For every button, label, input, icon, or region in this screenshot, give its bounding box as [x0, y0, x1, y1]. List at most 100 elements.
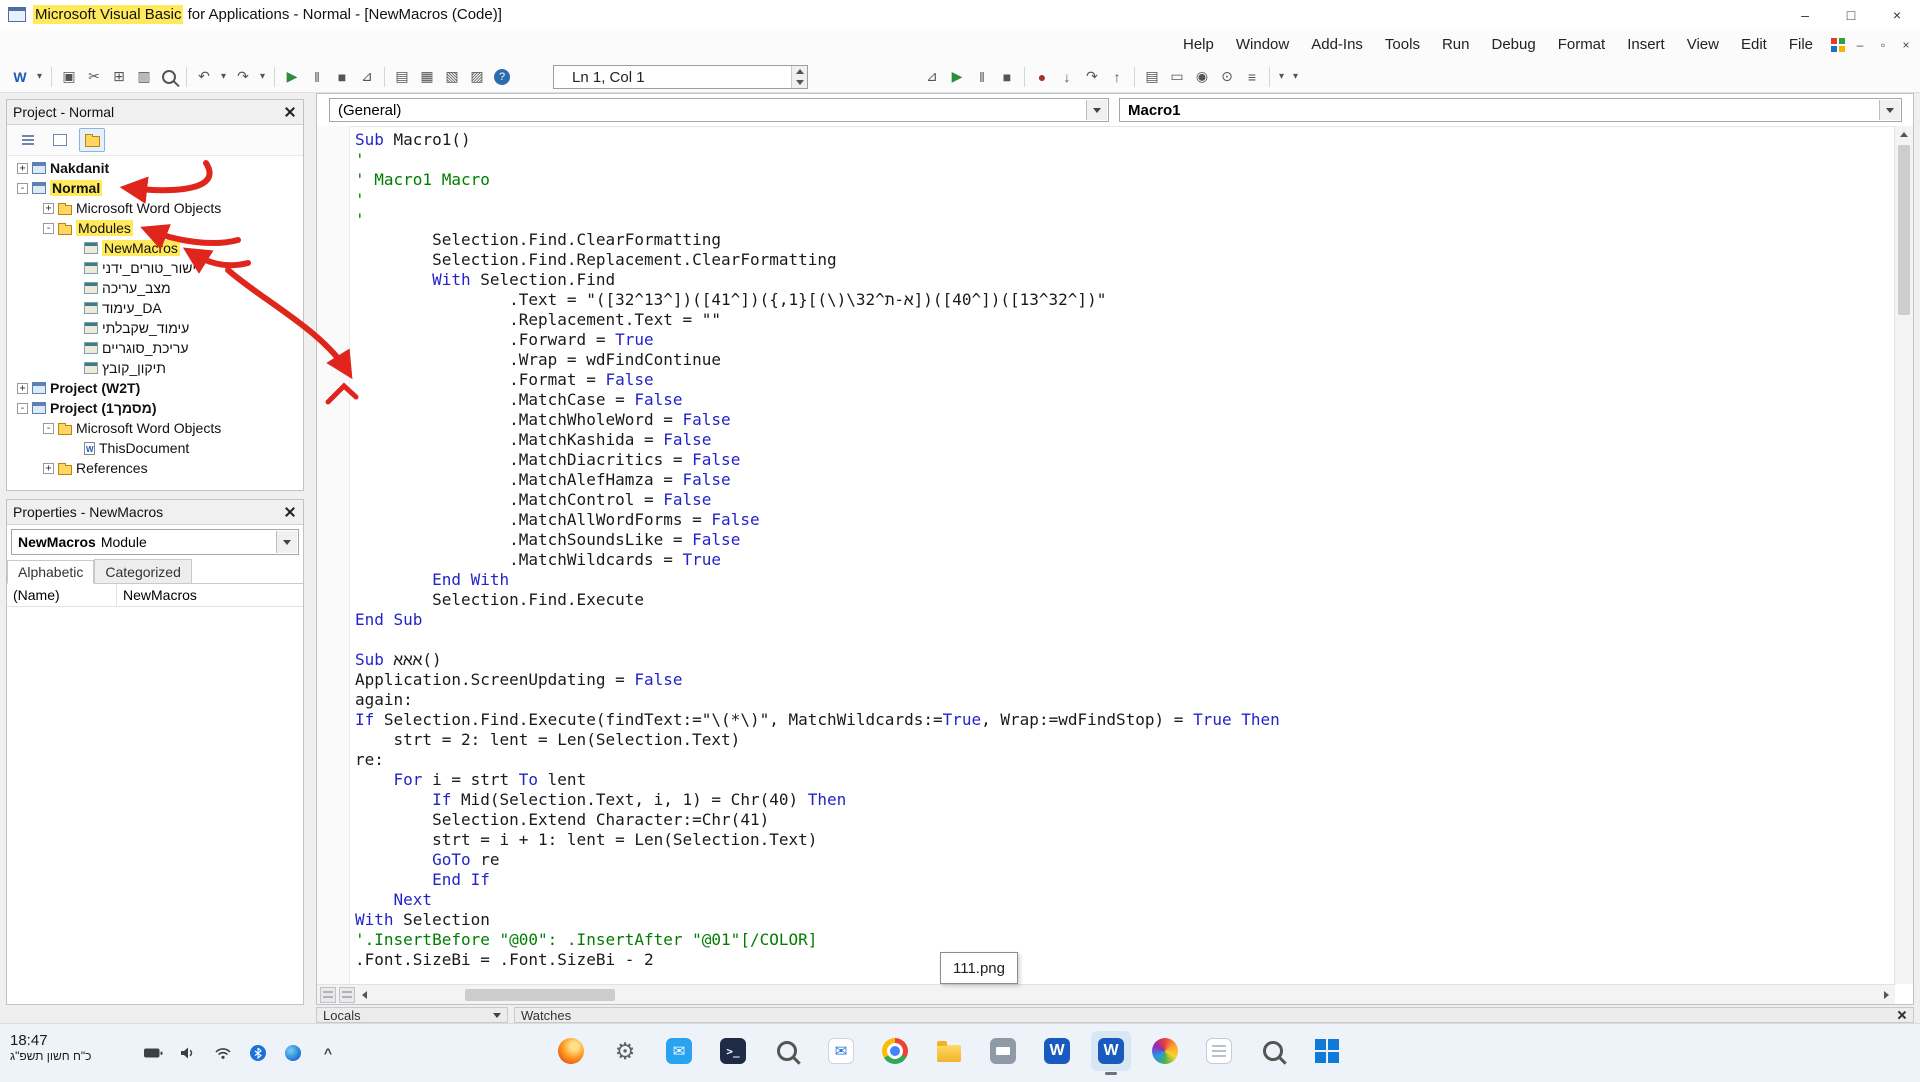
- toolbar-options-dropdown[interactable]: ▾: [1275, 65, 1288, 89]
- tree-item[interactable]: מצב_עריכה: [7, 278, 303, 298]
- minimize-button[interactable]: –: [1782, 0, 1828, 29]
- file-explorer-icon[interactable]: [929, 1031, 969, 1071]
- property-value[interactable]: NewMacros: [117, 587, 197, 603]
- toolbar-options-dropdown[interactable]: ▾: [1289, 65, 1302, 89]
- mdi-restore-button[interactable]: ▫: [1875, 36, 1891, 54]
- tree-item[interactable]: -Microsoft Word Objects: [7, 418, 303, 438]
- toggle-folders-button[interactable]: [79, 128, 105, 152]
- scroll-up-button[interactable]: [1900, 126, 1908, 142]
- project-panel-titlebar[interactable]: Project - Normal: [7, 100, 303, 125]
- margin-split-button[interactable]: [339, 987, 355, 1003]
- tree-item[interactable]: -Project (מסמך1): [7, 398, 303, 418]
- tree-item[interactable]: עימוד_DA: [7, 298, 303, 318]
- tree-item[interactable]: עימוד_שקבלתי: [7, 318, 303, 338]
- expand-minus-icon[interactable]: -: [17, 403, 28, 414]
- view-object-button[interactable]: [47, 128, 73, 152]
- insert-object-dropdown[interactable]: ▾: [33, 65, 46, 89]
- tab-alphabetic[interactable]: Alphabetic: [7, 560, 94, 584]
- copy-icon[interactable]: ⊞: [107, 65, 131, 89]
- toolbox-icon[interactable]: ▨: [465, 65, 489, 89]
- scroll-right-button[interactable]: [1877, 991, 1895, 999]
- tree-item[interactable]: +Nakdanit: [7, 158, 303, 178]
- quick-watch-icon[interactable]: ⊙: [1215, 65, 1239, 89]
- expand-plus-icon[interactable]: +: [43, 463, 54, 474]
- tree-item[interactable]: NewMacros: [7, 238, 303, 258]
- margin-split-button[interactable]: [320, 987, 336, 1003]
- undo-icon[interactable]: ↶: [192, 65, 216, 89]
- tree-item[interactable]: +Project (W2T): [7, 378, 303, 398]
- scroll-left-button[interactable]: [355, 991, 373, 999]
- mdi-minimize-button[interactable]: –: [1852, 36, 1868, 54]
- menu-help[interactable]: Help: [1172, 29, 1225, 61]
- outlook-icon[interactable]: ✉: [821, 1031, 861, 1071]
- menu-view[interactable]: View: [1676, 29, 1730, 61]
- tree-item[interactable]: ThisDocument: [7, 438, 303, 458]
- printer-icon[interactable]: [983, 1031, 1023, 1071]
- breakpoint-margin[interactable]: [317, 126, 350, 984]
- save-icon[interactable]: ▣: [57, 65, 81, 89]
- step-into-icon[interactable]: ↓: [1055, 65, 1079, 89]
- tree-item[interactable]: ישור_טורים_ידני: [7, 258, 303, 278]
- cut-icon[interactable]: ✂: [82, 65, 106, 89]
- view-code-button[interactable]: [15, 128, 41, 152]
- expand-plus-icon[interactable]: +: [43, 203, 54, 214]
- close-icon[interactable]: [283, 105, 297, 119]
- chrome-icon[interactable]: [875, 1031, 915, 1071]
- reset-icon[interactable]: ■: [995, 65, 1019, 89]
- properties-window-icon[interactable]: ▦: [415, 65, 439, 89]
- close-icon[interactable]: [1897, 1010, 1907, 1020]
- undo-dropdown[interactable]: ▾: [217, 65, 230, 89]
- close-button[interactable]: ×: [1874, 0, 1920, 29]
- run-icon[interactable]: ▶: [945, 65, 969, 89]
- word-active-icon[interactable]: W: [1091, 1031, 1131, 1071]
- expand-minus-icon[interactable]: -: [17, 183, 28, 194]
- notepad-icon[interactable]: [1199, 1031, 1239, 1071]
- chevron-down-icon[interactable]: [1879, 100, 1900, 120]
- battery-icon[interactable]: [142, 1042, 164, 1064]
- object-selector-dropdown[interactable]: NewMacros Module: [11, 529, 299, 555]
- procedure-dropdown[interactable]: Macro1: [1119, 98, 1902, 122]
- menu-file[interactable]: File: [1778, 29, 1824, 61]
- start-icon[interactable]: [1307, 1031, 1347, 1071]
- locals-window-caption[interactable]: Locals: [316, 1007, 508, 1023]
- horizontal-scrollbar-thumb[interactable]: [465, 989, 615, 1001]
- settings-icon[interactable]: ⚙: [605, 1031, 645, 1071]
- locals-window-icon[interactable]: ▤: [1140, 65, 1164, 89]
- object-dropdown[interactable]: (General): [329, 98, 1109, 122]
- step-over-icon[interactable]: ↷: [1080, 65, 1104, 89]
- terminal-icon[interactable]: >_: [713, 1031, 753, 1071]
- chevron-down-icon[interactable]: [276, 531, 297, 553]
- horizontal-scrollbar[interactable]: [317, 984, 1895, 1004]
- bluetooth-icon[interactable]: [247, 1042, 269, 1064]
- edge-icon[interactable]: [282, 1042, 304, 1064]
- menu-debug[interactable]: Debug: [1480, 29, 1546, 61]
- tree-item[interactable]: תיקון_קובץ: [7, 358, 303, 378]
- vertical-scrollbar-thumb[interactable]: [1898, 145, 1910, 315]
- vertical-scrollbar[interactable]: [1894, 126, 1913, 984]
- watches-window-caption[interactable]: Watches: [514, 1007, 1914, 1023]
- toggle-breakpoint-icon[interactable]: ●: [1030, 65, 1054, 89]
- tree-item[interactable]: עריכת_סוגריים: [7, 338, 303, 358]
- menu-edit[interactable]: Edit: [1730, 29, 1778, 61]
- position-box-scrollbar[interactable]: [791, 66, 807, 88]
- watch-window-icon[interactable]: ◉: [1190, 65, 1214, 89]
- immediate-window-icon[interactable]: ▭: [1165, 65, 1189, 89]
- wifi-icon[interactable]: [212, 1042, 234, 1064]
- step-out-icon[interactable]: ↑: [1105, 65, 1129, 89]
- menu-insert[interactable]: Insert: [1616, 29, 1676, 61]
- tree-item[interactable]: +References: [7, 458, 303, 478]
- project-explorer-icon[interactable]: ▤: [390, 65, 414, 89]
- search-icon[interactable]: [1253, 1031, 1293, 1071]
- find-icon[interactable]: [157, 65, 181, 89]
- redo-dropdown[interactable]: ▾: [256, 65, 269, 89]
- call-stack-icon[interactable]: ≡: [1240, 65, 1264, 89]
- properties-panel-titlebar[interactable]: Properties - NewMacros: [7, 500, 303, 525]
- word-icon[interactable]: W: [1037, 1031, 1077, 1071]
- photos-icon[interactable]: [1145, 1031, 1185, 1071]
- close-icon[interactable]: [283, 505, 297, 519]
- paste-icon[interactable]: ▥: [132, 65, 156, 89]
- host-app-word-icon[interactable]: W: [8, 65, 32, 89]
- magnifier-icon[interactable]: [767, 1031, 807, 1071]
- chevron-up-icon[interactable]: ^: [317, 1042, 339, 1064]
- mdi-close-button[interactable]: ×: [1898, 36, 1914, 54]
